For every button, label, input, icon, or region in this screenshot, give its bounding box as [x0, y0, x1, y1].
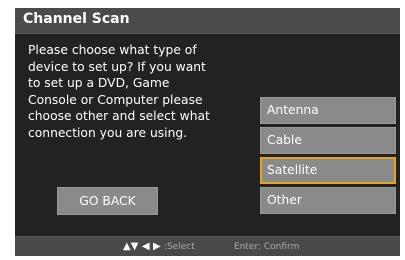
channel-scan-screen: Channel Scan Please choose what type of …: [15, 8, 400, 256]
option-other-button[interactable]: Other: [260, 187, 396, 214]
screen-title: Channel Scan: [23, 11, 130, 27]
up-down-left-right-arrows-icon: ▲▼ ◀ ▶: [123, 241, 161, 252]
confirm-hint-label: Enter: Confirm: [234, 242, 300, 252]
option-cable-button[interactable]: Cable: [260, 127, 396, 154]
option-satellite-button[interactable]: Satellite: [260, 157, 396, 184]
prompt-text: Please choose what type of device to set…: [28, 43, 210, 140]
title-bar: Channel Scan: [15, 8, 400, 34]
footer-hint-bar: ▲▼ ◀ ▶ :Select Enter: Confirm: [15, 236, 400, 256]
select-hint-label: :Select: [163, 242, 195, 252]
go-back-button[interactable]: GO BACK: [57, 187, 158, 215]
select-hint: ▲▼ ◀ ▶ :Select: [123, 239, 195, 255]
option-antenna-button[interactable]: Antenna: [260, 97, 396, 124]
